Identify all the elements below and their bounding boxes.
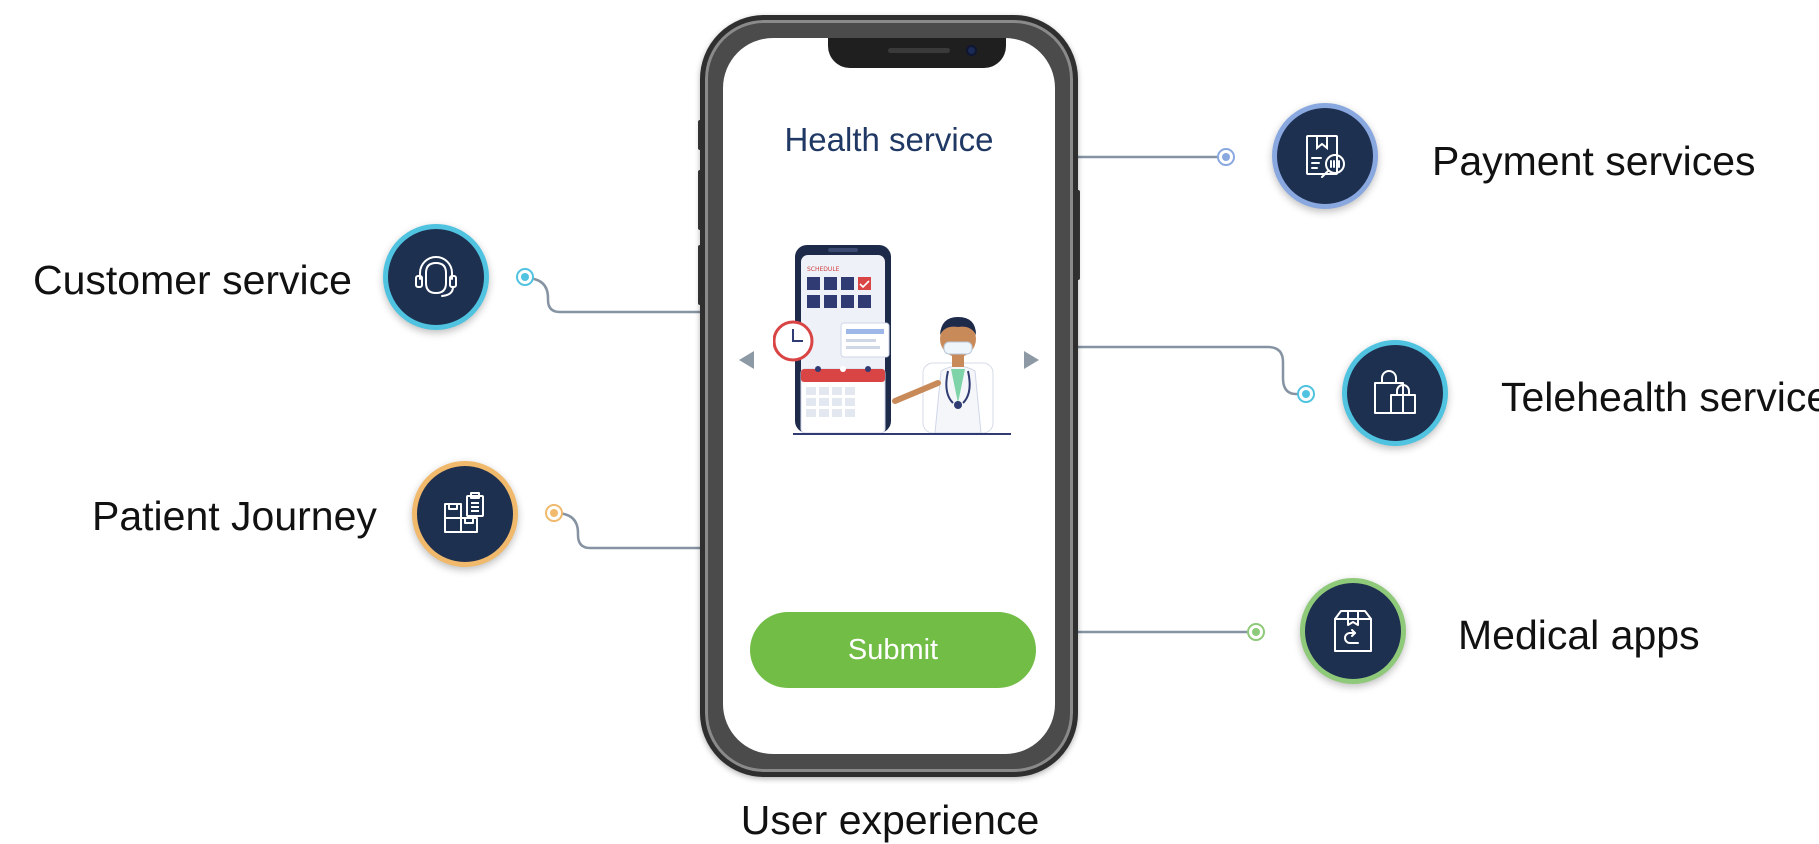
telehealth-service-node xyxy=(1342,340,1448,446)
customer-service-label: Customer service xyxy=(33,257,352,303)
submit-button[interactable]: Submit xyxy=(750,612,1036,688)
front-camera xyxy=(966,45,977,56)
connector-dot-medical-apps xyxy=(1247,623,1265,641)
phone-mockup: Health service SCHEDULE Submit xyxy=(700,15,1078,777)
telehealth-service-label: Telehealth service xyxy=(1501,374,1819,420)
carousel-prev-arrow[interactable] xyxy=(739,351,754,369)
connector-patient-journey xyxy=(554,511,706,550)
phone-notch xyxy=(828,38,1006,68)
user-experience-caption: User experience xyxy=(740,797,1040,843)
carousel-next-arrow[interactable] xyxy=(1024,351,1039,369)
clipboard-boxes-icon xyxy=(444,492,484,533)
illustration-header: SCHEDULE xyxy=(807,266,840,273)
doctor-appointment-illustration: SCHEDULE xyxy=(773,245,1011,435)
payment-services-label: Payment services xyxy=(1432,138,1756,184)
medical-apps-node xyxy=(1300,578,1406,684)
customer-service-node xyxy=(383,224,489,330)
shopping-bags-icon xyxy=(1374,370,1416,414)
connector-dot-patient-journey xyxy=(545,504,563,522)
patient-journey-label: Patient Journey xyxy=(92,493,377,539)
connector-customer-service xyxy=(524,276,706,314)
connector-dot-telehealth-service xyxy=(1297,385,1315,403)
invoice-search-icon xyxy=(1306,135,1345,178)
connector-dot-payment-services xyxy=(1217,148,1235,166)
headset-icon xyxy=(415,256,457,297)
medical-apps-label: Medical apps xyxy=(1458,612,1700,658)
phone-screen: Health service SCHEDULE Submit xyxy=(723,38,1055,754)
payment-services-node xyxy=(1272,103,1378,209)
connector-telehealth-service xyxy=(1074,345,1306,396)
package-return-icon xyxy=(1334,610,1372,652)
speaker-grille xyxy=(888,48,950,53)
connector-dot-customer-service xyxy=(516,268,534,286)
patient-journey-node xyxy=(412,461,518,567)
screen-title: Health service xyxy=(784,121,994,158)
